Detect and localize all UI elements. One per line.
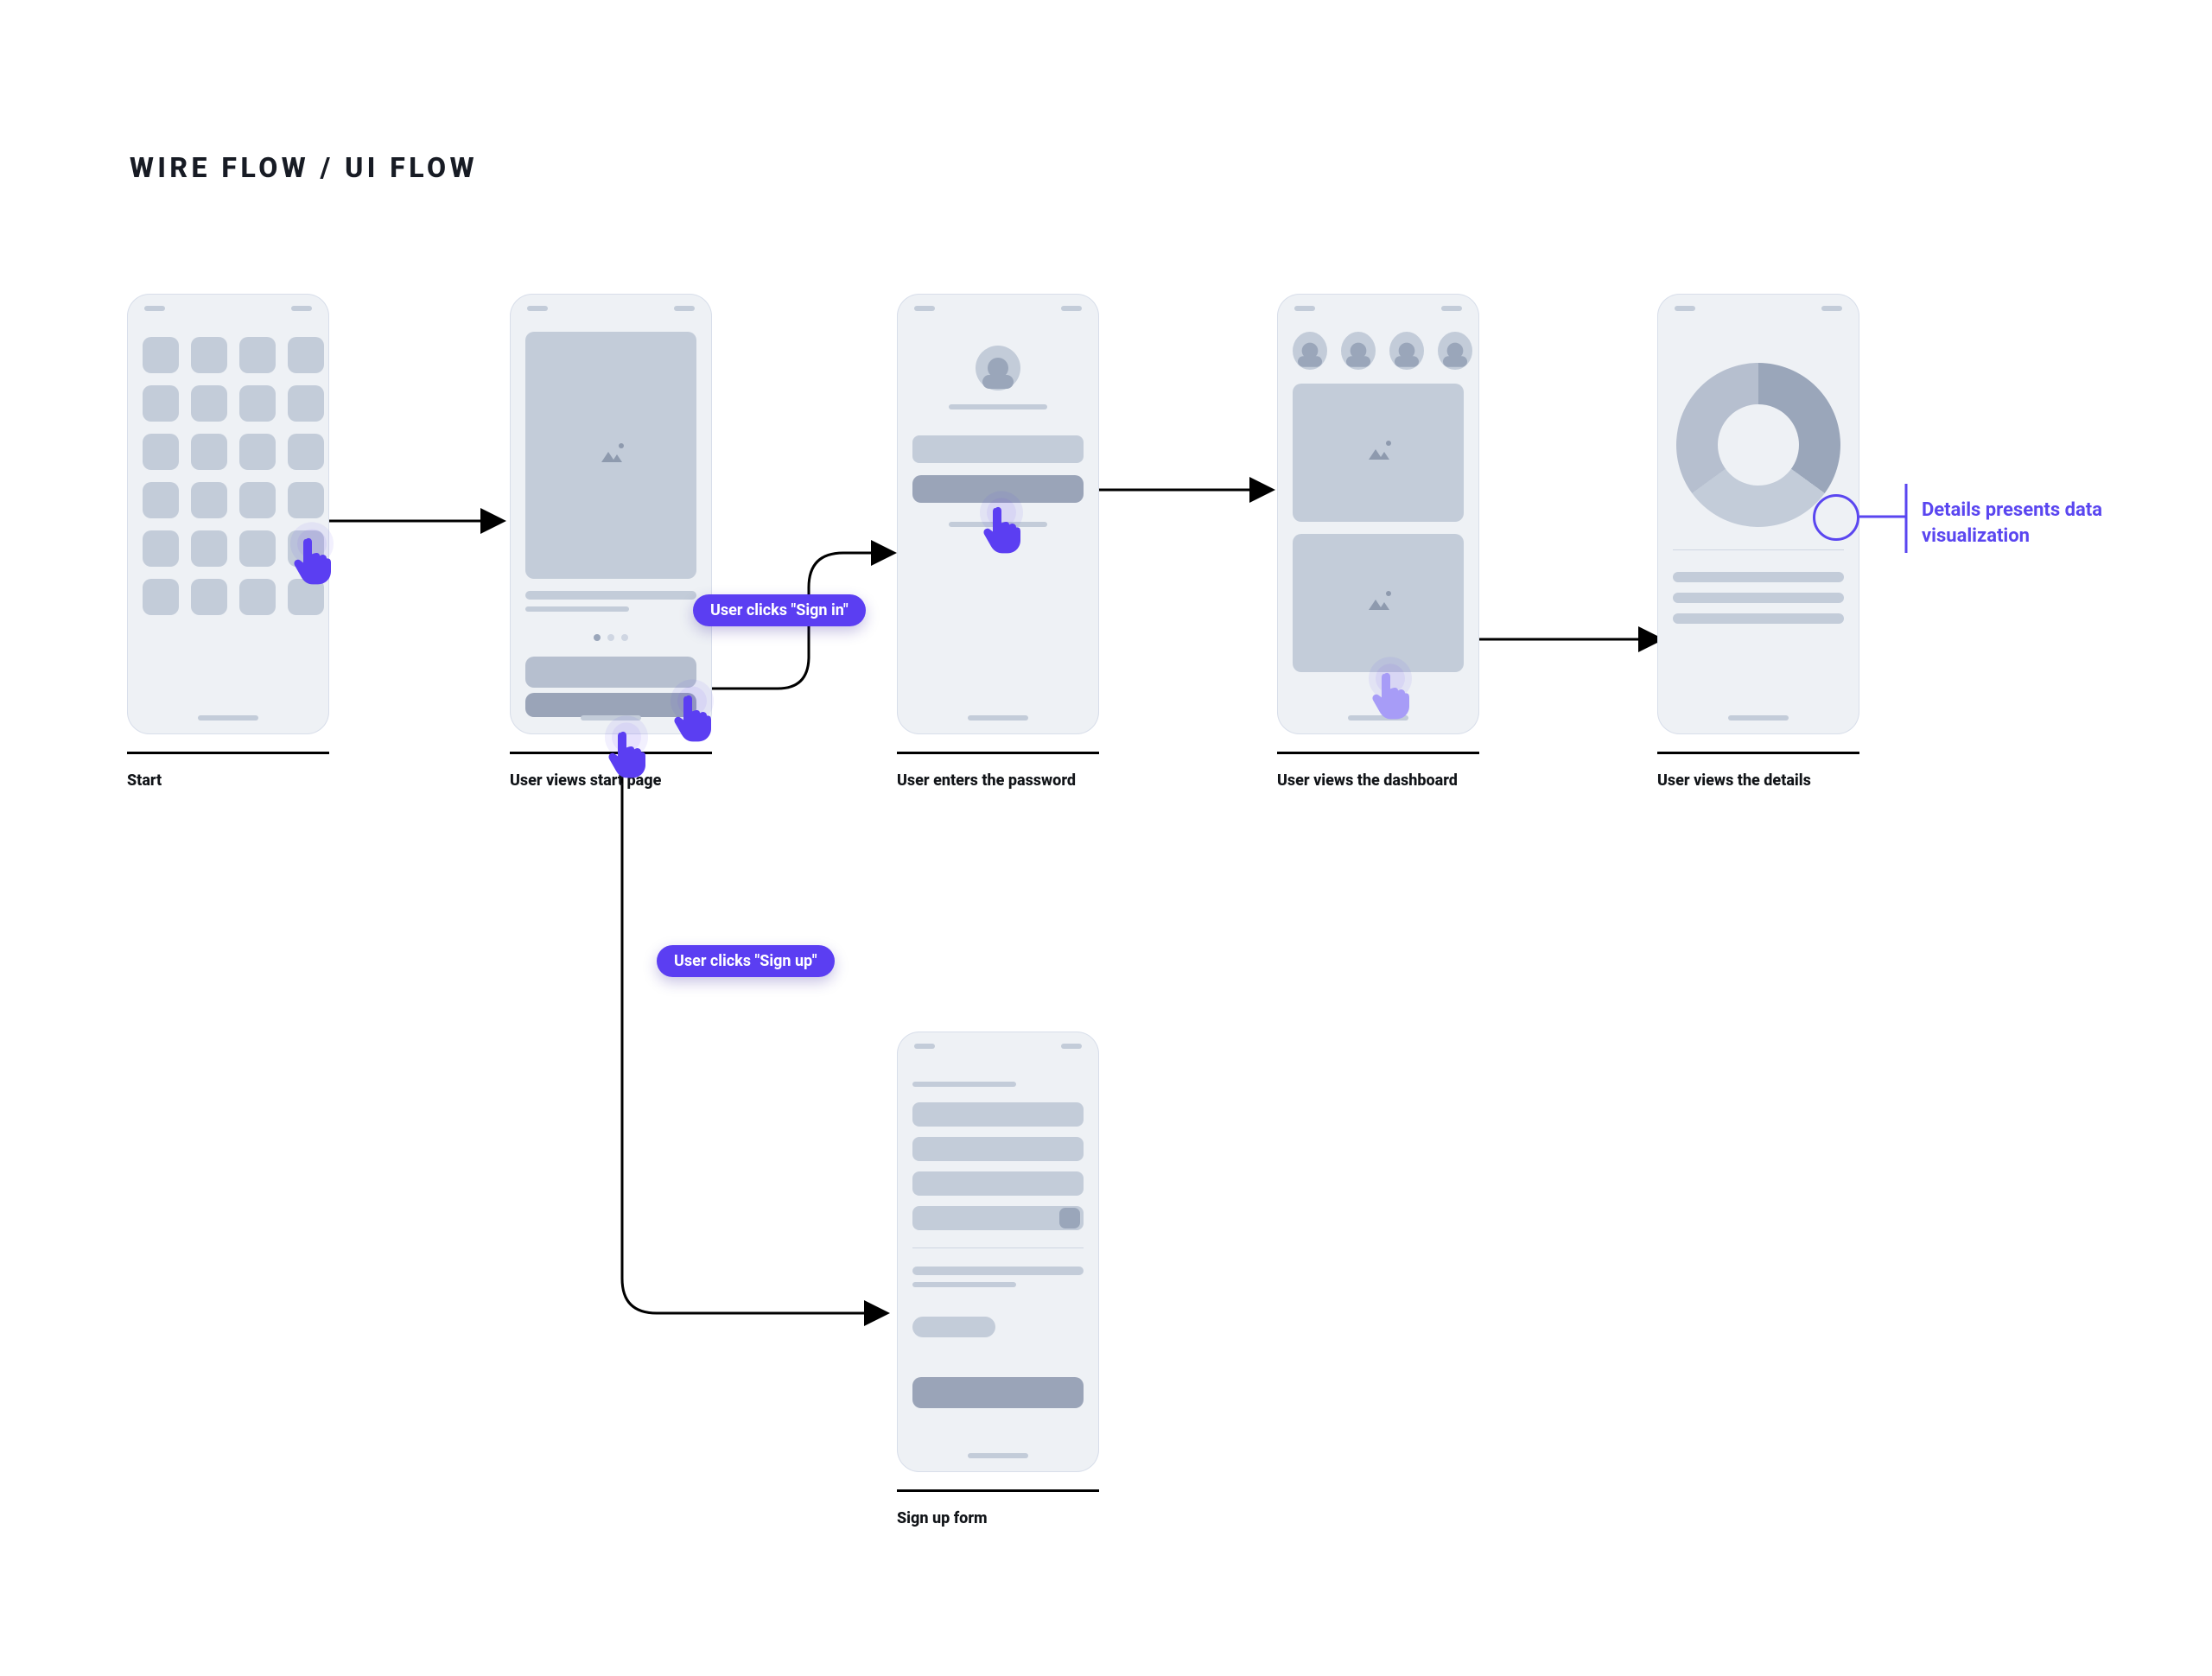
- rule: [1657, 752, 1859, 754]
- app-icon[interactable]: [191, 337, 227, 373]
- text-line: [912, 1282, 1016, 1287]
- input-field-with-action[interactable]: [912, 1206, 1084, 1230]
- app-icon[interactable]: [239, 579, 276, 615]
- person-icon: [1399, 343, 1415, 359]
- tap-cursor-icon: [603, 724, 648, 779]
- screen-signup-form: [897, 1032, 1099, 1472]
- story-avatar[interactable]: [1389, 332, 1424, 370]
- home-indicator: [1728, 715, 1789, 721]
- tap-cursor-icon: [669, 688, 714, 743]
- app-icon[interactable]: [191, 530, 227, 567]
- caption-details: User views the details: [1657, 771, 1811, 791]
- detail-row: [1673, 613, 1844, 624]
- app-icon[interactable]: [288, 434, 324, 470]
- rule: [897, 1489, 1099, 1492]
- story-avatar[interactable]: [1438, 332, 1472, 370]
- status-bar: [914, 1044, 1082, 1051]
- username-line: [949, 404, 1047, 409]
- story-avatar[interactable]: [1293, 332, 1327, 370]
- app-icon[interactable]: [191, 579, 227, 615]
- text-line: [525, 606, 629, 612]
- dashboard-card-2[interactable]: [1293, 534, 1464, 672]
- person-icon: [1351, 343, 1367, 359]
- form-title-line: [912, 1082, 1016, 1087]
- status-bar: [144, 306, 312, 313]
- screen-start-page: [510, 294, 712, 734]
- person-icon: [1302, 343, 1319, 359]
- app-icon[interactable]: [143, 579, 179, 615]
- stories-row[interactable]: [1293, 332, 1472, 370]
- screen-start: [127, 294, 329, 734]
- arrows-layer: [0, 0, 2212, 1676]
- page-title: WIRE FLOW / UI FLOW: [130, 151, 478, 184]
- diagram-canvas: WIRE FLOW / UI FLOW: [0, 0, 2212, 1676]
- caption-dashboard: User views the dashboard: [1277, 771, 1458, 791]
- divider: [1673, 549, 1844, 550]
- app-icon[interactable]: [239, 530, 276, 567]
- app-icon[interactable]: [191, 434, 227, 470]
- app-icon[interactable]: [239, 482, 276, 518]
- text-line: [525, 591, 696, 600]
- app-icon[interactable]: [143, 434, 179, 470]
- image-glyph-icon: [601, 448, 620, 462]
- avatar-placeholder: [976, 346, 1020, 390]
- tap-cursor-icon: [1367, 665, 1412, 721]
- app-icon[interactable]: [191, 482, 227, 518]
- story-avatar[interactable]: [1341, 332, 1376, 370]
- annotation-details: Details presents data visualization: [1922, 498, 2181, 549]
- person-icon: [1447, 343, 1464, 359]
- action-chip-signin: User clicks "Sign in": [693, 594, 866, 626]
- action-chip-signup: User clicks "Sign up": [657, 945, 835, 977]
- tap-cursor-icon: [978, 499, 1023, 555]
- app-icon[interactable]: [288, 385, 324, 422]
- status-bar: [527, 306, 695, 313]
- dashboard-card-1[interactable]: [1293, 384, 1464, 522]
- image-glyph-icon: [1369, 596, 1388, 610]
- home-indicator: [581, 715, 641, 721]
- divider: [912, 1247, 1084, 1248]
- pager-dots: [510, 634, 712, 641]
- caption-start: Start: [127, 771, 162, 791]
- home-indicator: [968, 715, 1028, 721]
- app-icon[interactable]: [288, 482, 324, 518]
- rule: [1277, 752, 1479, 754]
- app-icon[interactable]: [143, 482, 179, 518]
- detail-row: [1673, 593, 1844, 603]
- app-icon[interactable]: [143, 530, 179, 567]
- caption-signup: Sign up form: [897, 1508, 988, 1529]
- home-indicator: [968, 1453, 1028, 1458]
- status-bar: [914, 306, 1082, 313]
- submit-signup-button[interactable]: [912, 1377, 1084, 1408]
- input-field[interactable]: [912, 1171, 1084, 1196]
- field-action-icon[interactable]: [1059, 1208, 1080, 1228]
- donut-chart: [1676, 363, 1840, 527]
- password-field[interactable]: [912, 435, 1084, 463]
- app-icon[interactable]: [143, 337, 179, 373]
- app-icon[interactable]: [191, 385, 227, 422]
- sign-in-button[interactable]: [525, 657, 696, 688]
- app-icon[interactable]: [143, 385, 179, 422]
- status-bar: [1675, 306, 1842, 313]
- hero-image-placeholder: [525, 332, 696, 579]
- app-icon[interactable]: [239, 385, 276, 422]
- input-field[interactable]: [912, 1102, 1084, 1127]
- app-icon[interactable]: [288, 337, 324, 373]
- person-icon: [988, 358, 1008, 378]
- secondary-chip[interactable]: [912, 1317, 995, 1337]
- rule: [127, 752, 329, 754]
- detail-row: [1673, 572, 1844, 582]
- caption-enter-password: User enters the password: [897, 771, 1076, 791]
- home-indicator: [198, 715, 258, 721]
- input-field[interactable]: [912, 1137, 1084, 1161]
- tap-cursor-icon: [289, 530, 334, 586]
- text-line: [912, 1267, 1084, 1275]
- app-icon[interactable]: [239, 337, 276, 373]
- annotation-text: Details presents data visualization: [1922, 499, 2102, 547]
- app-icon[interactable]: [239, 434, 276, 470]
- rule: [897, 752, 1099, 754]
- annotation-ring-icon: [1813, 494, 1859, 541]
- status-bar: [1294, 306, 1462, 313]
- image-glyph-icon: [1369, 446, 1388, 460]
